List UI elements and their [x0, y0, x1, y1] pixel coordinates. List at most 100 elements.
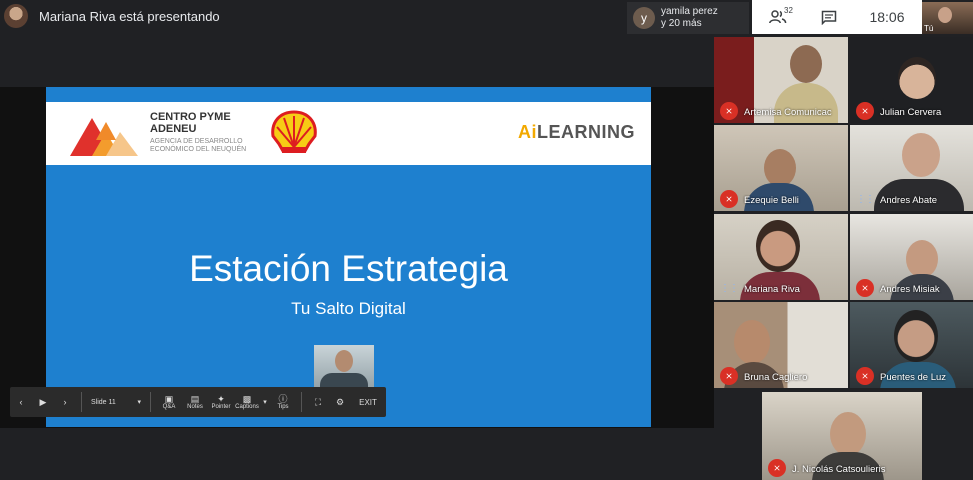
- captions-button[interactable]: ▩ Captions: [234, 387, 260, 417]
- next-icon: ›: [63, 397, 67, 407]
- pointer-button[interactable]: ✦ Pointer: [208, 387, 234, 417]
- prev-icon: ‹: [19, 397, 23, 407]
- notes-icon: ▤: [190, 394, 200, 404]
- joiner-name: yamila perez: [661, 6, 718, 17]
- settings-button[interactable]: ⚙: [329, 387, 351, 417]
- qa-button[interactable]: ▣ Q&A: [156, 387, 182, 417]
- pyme-logo: [70, 118, 138, 156]
- slides-toolbar: ‹ ▶ › Slide 11 ▾ ▣ Q&A ▤ Notes ✦ Pointer ▩ C…: [10, 387, 386, 417]
- org-subtitle: AGENCIA DE DESARROLLO ECONÓMICO DEL NEUQ…: [150, 138, 247, 153]
- ailearning-logo: AiLEARNING: [518, 122, 635, 143]
- mic-off-icon: ⨯: [856, 102, 874, 120]
- next-slide-button[interactable]: ›: [54, 387, 76, 417]
- qa-icon: ▣: [164, 394, 174, 404]
- toolbar-divider: [150, 392, 151, 412]
- notes-label: Notes: [187, 404, 203, 410]
- exit-button[interactable]: EXIT: [351, 387, 385, 417]
- slide-title: Estación Estrategia: [189, 248, 508, 289]
- participant-name: Puentes de Luz: [880, 372, 947, 383]
- speaking-indicator-icon: ⋮⋮: [720, 282, 739, 294]
- joiner-more: y 20 más: [661, 18, 702, 29]
- play-button[interactable]: ▶: [32, 387, 54, 417]
- participant-name: Artemisa Comunicac: [744, 107, 832, 118]
- participant-tile[interactable]: ⨯ Ezequie Belli: [714, 125, 848, 211]
- mic-off-icon: ⨯: [720, 190, 738, 208]
- participant-name: J. Nicolás Catsoulieris: [792, 464, 886, 475]
- chevron-down-icon: ▾: [263, 399, 267, 406]
- captions-dropdown[interactable]: ▾: [260, 387, 270, 417]
- join-notification[interactable]: y yamila perez y 20 más: [627, 2, 749, 34]
- captions-label: Captions: [235, 404, 259, 410]
- brand-learning: LEARNING: [537, 122, 635, 142]
- chevron-down-icon: ▾: [137, 399, 141, 406]
- participant-avatar: [898, 57, 936, 99]
- participant-tile[interactable]: ⨯ Artemisa Comunicac: [714, 37, 848, 123]
- participant-head: [902, 133, 940, 177]
- fullscreen-button[interactable]: ⛶: [307, 387, 329, 417]
- participant-tile[interactable]: ⋮⋮ Andres Abate: [850, 125, 973, 211]
- participant-name: Julian Cervera: [880, 107, 942, 118]
- chat-icon: [821, 10, 837, 25]
- participant-tile[interactable]: ⨯ Andres Misiak: [850, 214, 973, 300]
- presenter-head: [335, 350, 353, 372]
- mic-off-icon: ⨯: [856, 367, 874, 385]
- toolbar-divider: [301, 392, 302, 412]
- pointer-label: Pointer: [211, 404, 231, 410]
- tips-button[interactable]: ⓘ Tips: [270, 387, 296, 417]
- notes-button[interactable]: ▤ Notes: [182, 387, 208, 417]
- fullscreen-icon: ⛶: [314, 396, 322, 407]
- mic-off-icon: ⨯: [768, 459, 786, 477]
- settings-icon: ⚙: [335, 396, 345, 407]
- participant-head: [764, 149, 796, 187]
- people-count: 32: [784, 6, 793, 15]
- self-avatar: [938, 7, 952, 23]
- participant-name: Andres Abate: [880, 195, 938, 206]
- qa-label: Q&A: [162, 404, 176, 410]
- participant-head: [734, 320, 770, 364]
- presenting-status: Mariana Riva está presentando: [39, 9, 220, 24]
- participant-tile[interactable]: ⨯ Bruna Cagliero: [714, 302, 848, 388]
- tips-label: Tips: [277, 404, 289, 410]
- participant-tile[interactable]: ⨯ Puentes de Luz: [850, 302, 973, 388]
- meeting-controls: 32 18:06: [752, 0, 922, 34]
- participant-tile[interactable]: ⋮⋮ Mariana Riva: [714, 214, 848, 300]
- people-button[interactable]: 32: [752, 0, 804, 34]
- clock: 18:06: [869, 9, 905, 25]
- meet-window: Mariana Riva está presentando y yamila p…: [0, 0, 973, 480]
- brand-ai: Ai: [518, 122, 537, 142]
- joiner-text: yamila perez y 20 más: [661, 6, 718, 30]
- participant-head: [894, 310, 938, 362]
- participant-tile[interactable]: ⨯ J. Nicolás Catsoulieris: [762, 392, 922, 480]
- top-bar: Mariana Riva está presentando y yamila p…: [0, 0, 973, 34]
- pointer-icon: ✦: [217, 394, 225, 404]
- shell-logo: [271, 110, 317, 153]
- org-title-line2: ADENEU: [150, 123, 197, 135]
- play-icon: ▶: [39, 396, 47, 407]
- participant-name: Mariana Riva: [744, 284, 800, 295]
- org-title-line1: CENTRO PYME: [150, 111, 231, 123]
- self-view[interactable]: Tú: [922, 2, 973, 34]
- toolbar-divider: [81, 392, 82, 412]
- org-title: CENTRO PYME ADENEU: [150, 111, 231, 135]
- participant-name: Andres Misiak: [880, 284, 940, 295]
- chat-button[interactable]: [804, 0, 854, 34]
- participant-tile[interactable]: ⨯ Julian Cervera: [850, 37, 973, 123]
- speaking-indicator-icon: ⋮⋮: [856, 193, 875, 205]
- captions-icon: ▩: [242, 394, 252, 404]
- participant-head: [790, 45, 822, 83]
- slide-header: CENTRO PYME ADENEU AGENCIA DE DESARROLLO…: [46, 102, 651, 165]
- mic-off-icon: ⨯: [856, 279, 874, 297]
- participant-head: [906, 240, 938, 278]
- participant-name: Bruna Cagliero: [744, 372, 808, 383]
- slide: CENTRO PYME ADENEU AGENCIA DE DESARROLLO…: [46, 87, 651, 427]
- presenter-avatar: [4, 4, 28, 28]
- info-icon: ⓘ: [278, 394, 288, 404]
- participant-head: [756, 220, 800, 272]
- slide-subtitle: Tu Salto Digital: [291, 299, 406, 318]
- prev-slide-button[interactable]: ‹: [10, 387, 32, 417]
- participant-head: [830, 412, 866, 456]
- self-label: Tú: [924, 24, 934, 33]
- mic-off-icon: ⨯: [720, 102, 738, 120]
- participant-name: Ezequie Belli: [744, 195, 799, 206]
- slide-selector[interactable]: Slide 11 ▾: [87, 387, 145, 417]
